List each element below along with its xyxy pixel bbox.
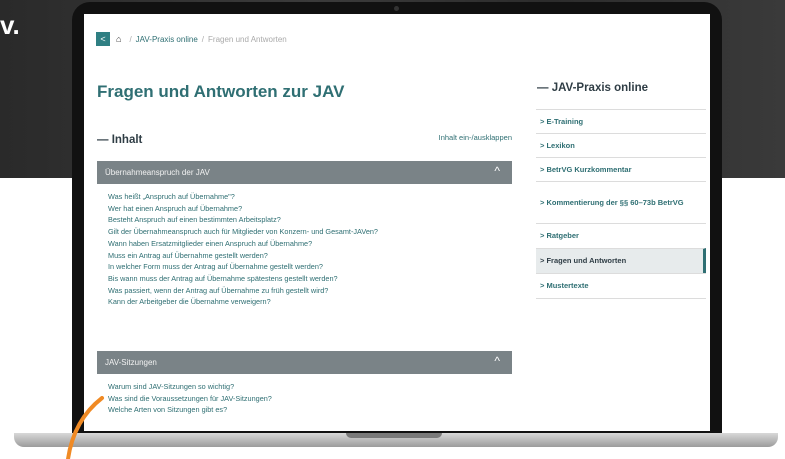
corner-text: v. <box>0 10 20 40</box>
question-link[interactable]: In welcher Form muss der Antrag auf Über… <box>108 261 378 273</box>
toc-toggle-link[interactable]: Inhalt ein-/ausklappen <box>439 133 512 142</box>
breadcrumb-separator: / <box>129 34 132 44</box>
accordion-header-sitzungen[interactable]: JAV-Sitzungen ^ <box>97 351 512 374</box>
question-list: Warum sind JAV-Sitzungen so wichtig? Was… <box>108 381 272 416</box>
laptop-notch <box>346 433 442 438</box>
toc-title: — Inhalt <box>97 134 143 146</box>
accordion-title: JAV-Sitzungen <box>105 358 157 367</box>
question-link[interactable]: Was heißt „Anspruch auf Übernahme"? <box>108 191 378 203</box>
question-link[interactable]: Bis wann muss der Antrag auf Übernahme s… <box>108 273 378 285</box>
laptop-screen: < ⌂ / JAV-Praxis online / Fragen und Ant… <box>84 14 710 431</box>
question-link[interactable]: Wer hat einen Anspruch auf Übernahme? <box>108 203 378 215</box>
back-button[interactable]: < <box>96 32 110 46</box>
home-icon[interactable]: ⌂ <box>116 34 121 44</box>
sidebar-item-lexikon[interactable]: > Lexikon <box>536 133 706 157</box>
question-link[interactable]: Welche Arten von Sitzungen gibt es? <box>108 404 272 416</box>
sidebar-title: — JAV-Praxis online <box>537 82 648 94</box>
question-link[interactable]: Gilt der Übernahmeanspruch auch für Mitg… <box>108 226 378 238</box>
camera-icon <box>394 6 399 11</box>
sidebar-item-mustertexte[interactable]: > Mustertexte <box>536 273 706 299</box>
sidebar-item-fragen-antworten[interactable]: > Fragen und Antworten <box>536 248 706 273</box>
accordion-header-uebernahme[interactable]: Übernahmeanspruch der JAV ^ <box>97 161 512 184</box>
question-list: Was heißt „Anspruch auf Übernahme"? Wer … <box>108 191 378 308</box>
breadcrumb-link-jav-praxis[interactable]: JAV-Praxis online <box>136 35 198 44</box>
accordion-title: Übernahmeanspruch der JAV <box>105 168 210 177</box>
breadcrumb: < ⌂ / JAV-Praxis online / Fragen und Ant… <box>96 32 287 46</box>
sidebar-item-e-training[interactable]: > E-Training <box>536 109 706 133</box>
orange-accent-curve <box>66 396 104 459</box>
question-link[interactable]: Was passiert, wenn der Antrag auf Überna… <box>108 285 378 297</box>
question-link[interactable]: Kann der Arbeitgeber die Übernahme verwe… <box>108 296 378 308</box>
question-link[interactable]: Besteht Anspruch auf einen bestimmten Ar… <box>108 214 378 226</box>
breadcrumb-separator: / <box>201 34 205 44</box>
question-link[interactable]: Wann haben Ersatzmitglieder einen Anspru… <box>108 238 378 250</box>
sidebar-item-kommentierung[interactable]: > Kommentierung der §§ 60–73b BetrVG <box>536 181 706 223</box>
chevron-up-icon: ^ <box>494 354 500 368</box>
sidebar-nav: > E-Training > Lexikon > BetrVG Kurzkomm… <box>536 109 706 299</box>
chevron-left-icon: < <box>100 34 106 44</box>
page-title: Fragen und Antworten zur JAV <box>97 82 345 101</box>
breadcrumb-current: Fragen und Antworten <box>208 34 287 44</box>
question-link[interactable]: Warum sind JAV-Sitzungen so wichtig? <box>108 381 272 393</box>
sidebar-item-betrvg-kurzkommentar[interactable]: > BetrVG Kurzkommentar <box>536 157 706 181</box>
question-link[interactable]: Muss ein Antrag auf Übernahme gestellt w… <box>108 250 378 262</box>
chevron-up-icon: ^ <box>494 164 500 178</box>
question-link[interactable]: Was sind die Voraussetzungen für JAV-Sit… <box>108 393 272 405</box>
sidebar-item-ratgeber[interactable]: > Ratgeber <box>536 223 706 248</box>
